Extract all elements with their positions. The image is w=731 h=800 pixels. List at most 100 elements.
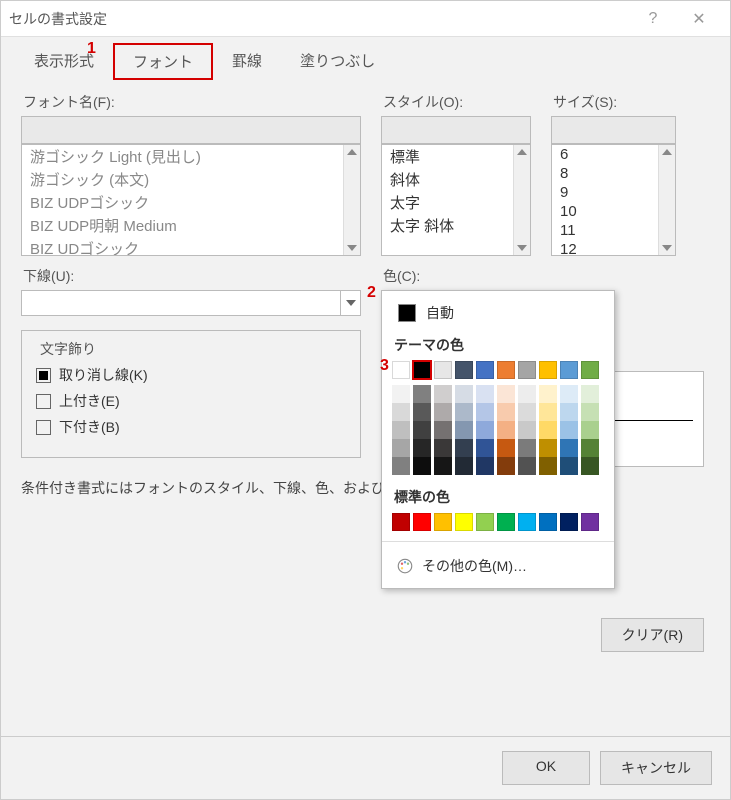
color-swatch[interactable] — [581, 457, 599, 475]
scrollbar[interactable] — [513, 145, 530, 255]
color-swatch[interactable] — [476, 439, 494, 457]
color-swatch[interactable] — [413, 457, 431, 475]
color-swatch[interactable] — [413, 403, 431, 421]
color-swatch[interactable] — [581, 403, 599, 421]
color-swatch[interactable] — [476, 513, 494, 531]
color-swatch[interactable] — [518, 457, 536, 475]
color-swatch[interactable] — [455, 403, 473, 421]
chevron-down-icon[interactable] — [340, 291, 360, 315]
font-name-list[interactable]: 游ゴシック Light (見出し) 游ゴシック (本文) BIZ UDPゴシック… — [21, 144, 361, 256]
color-swatch[interactable] — [497, 439, 515, 457]
color-swatch[interactable] — [392, 513, 410, 531]
color-swatch[interactable] — [497, 457, 515, 475]
color-swatch[interactable] — [476, 361, 494, 379]
list-item[interactable]: BIZ UDゴシック — [22, 237, 360, 256]
color-swatch[interactable] — [560, 439, 578, 457]
color-swatch[interactable] — [434, 439, 452, 457]
color-swatch[interactable] — [455, 361, 473, 379]
list-item[interactable]: 9 — [552, 183, 675, 202]
color-swatch[interactable] — [539, 421, 557, 439]
color-swatch[interactable] — [581, 513, 599, 531]
color-swatch[interactable] — [539, 403, 557, 421]
size-list[interactable]: 6 8 9 10 11 12 — [551, 144, 676, 256]
close-button[interactable]: ✕ — [676, 9, 722, 29]
color-swatch[interactable] — [455, 421, 473, 439]
color-swatch[interactable] — [476, 457, 494, 475]
color-swatch[interactable] — [413, 439, 431, 457]
color-swatch[interactable] — [455, 439, 473, 457]
list-item[interactable]: 標準 — [382, 145, 530, 168]
clear-button[interactable]: クリア(R) — [601, 618, 704, 652]
color-swatch[interactable] — [392, 439, 410, 457]
list-item[interactable]: 6 — [552, 145, 675, 164]
color-swatch[interactable] — [413, 513, 431, 531]
color-swatch[interactable] — [497, 385, 515, 403]
more-colors-button[interactable]: その他の色(M)… — [392, 550, 604, 582]
color-swatch[interactable] — [518, 361, 536, 379]
color-swatch[interactable] — [497, 403, 515, 421]
size-input[interactable] — [551, 116, 676, 144]
font-name-input[interactable] — [21, 116, 361, 144]
color-swatch[interactable] — [581, 439, 599, 457]
list-item[interactable]: 10 — [552, 202, 675, 221]
color-swatch[interactable] — [455, 513, 473, 531]
tab-font[interactable]: フォント — [113, 43, 213, 80]
list-item[interactable]: 游ゴシック (本文) — [22, 168, 360, 191]
color-swatch[interactable] — [560, 385, 578, 403]
automatic-color-row[interactable]: 自動 — [392, 299, 604, 331]
list-item[interactable]: BIZ UDPゴシック — [22, 191, 360, 214]
color-swatch[interactable] — [560, 403, 578, 421]
color-swatch[interactable] — [560, 421, 578, 439]
color-swatch[interactable] — [392, 457, 410, 475]
color-swatch[interactable] — [497, 421, 515, 439]
list-item[interactable]: 游ゴシック Light (見出し) — [22, 145, 360, 168]
ok-button[interactable]: OK — [502, 751, 590, 785]
color-swatch[interactable] — [581, 421, 599, 439]
color-swatch[interactable] — [560, 513, 578, 531]
color-swatch[interactable] — [434, 361, 452, 379]
color-swatch[interactable] — [434, 513, 452, 531]
strikethrough-checkbox[interactable] — [36, 368, 51, 383]
color-swatch[interactable] — [539, 457, 557, 475]
list-item[interactable]: 11 — [552, 221, 675, 240]
color-swatch[interactable] — [581, 361, 599, 379]
color-swatch[interactable] — [497, 513, 515, 531]
tab-fill[interactable]: 塗りつぶし — [281, 43, 394, 80]
list-item[interactable]: 12 — [552, 240, 675, 256]
style-input[interactable] — [381, 116, 531, 144]
tab-border[interactable]: 罫線 — [213, 43, 281, 80]
list-item[interactable]: BIZ UDP明朝 Medium — [22, 214, 360, 237]
color-swatch[interactable] — [434, 421, 452, 439]
list-item[interactable]: 太字 斜体 — [382, 214, 530, 237]
superscript-checkbox[interactable] — [36, 394, 51, 409]
color-swatch[interactable] — [518, 513, 536, 531]
subscript-checkbox[interactable] — [36, 420, 51, 435]
color-swatch[interactable] — [539, 385, 557, 403]
color-swatch[interactable] — [455, 385, 473, 403]
color-swatch[interactable] — [518, 439, 536, 457]
list-item[interactable]: 太字 — [382, 191, 530, 214]
color-swatch[interactable] — [434, 457, 452, 475]
color-swatch[interactable] — [413, 385, 431, 403]
color-swatch[interactable] — [476, 421, 494, 439]
color-swatch[interactable] — [413, 421, 431, 439]
color-swatch[interactable] — [392, 361, 410, 379]
color-swatch[interactable] — [518, 385, 536, 403]
color-swatch[interactable] — [497, 361, 515, 379]
color-swatch[interactable] — [392, 403, 410, 421]
color-swatch[interactable] — [476, 403, 494, 421]
color-swatch[interactable] — [560, 361, 578, 379]
color-swatch[interactable] — [518, 421, 536, 439]
color-swatch[interactable] — [392, 385, 410, 403]
color-swatch[interactable] — [434, 403, 452, 421]
color-swatch[interactable] — [539, 513, 557, 531]
color-swatch[interactable] — [455, 457, 473, 475]
underline-combo[interactable] — [21, 290, 361, 316]
color-swatch[interactable] — [560, 457, 578, 475]
color-swatch[interactable] — [392, 421, 410, 439]
color-swatch[interactable] — [413, 361, 431, 379]
list-item[interactable]: 斜体 — [382, 168, 530, 191]
color-swatch[interactable] — [476, 385, 494, 403]
color-swatch[interactable] — [581, 385, 599, 403]
cancel-button[interactable]: キャンセル — [600, 751, 712, 785]
